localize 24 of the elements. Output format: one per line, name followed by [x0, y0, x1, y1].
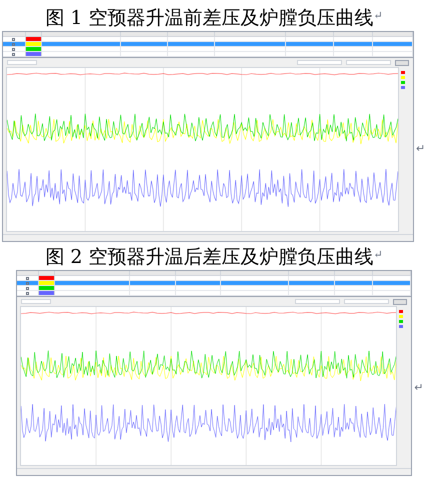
figure-caption: 图 2 空预器升温后差压及炉膛负压曲线	[45, 245, 374, 270]
paragraph-mark: ↵	[373, 247, 383, 263]
paragraph-mark: ↵	[416, 141, 426, 157]
date-field[interactable]	[346, 60, 391, 65]
table-row[interactable]	[3, 52, 413, 57]
date-field[interactable]	[295, 299, 340, 304]
checkbox[interactable]	[26, 276, 29, 280]
input-field[interactable]	[7, 60, 37, 65]
checkbox[interactable]	[26, 292, 29, 294]
checkbox[interactable]	[26, 286, 29, 290]
query-button[interactable]	[395, 60, 409, 66]
paragraph-mark: ↵	[373, 8, 383, 24]
checkbox[interactable]	[26, 282, 29, 284]
figure-caption: 图 1 空预器升温前差压及炉膛负压曲线	[45, 6, 374, 31]
checkbox[interactable]	[12, 38, 16, 40]
query-button[interactable]	[393, 298, 408, 304]
date-field[interactable]	[297, 60, 342, 65]
input-field[interactable]	[21, 299, 51, 304]
table-row[interactable]	[17, 291, 412, 296]
checkbox[interactable]	[12, 52, 16, 56]
date-field[interactable]	[344, 299, 390, 304]
paragraph-mark: ↵	[414, 380, 424, 396]
checkbox[interactable]	[12, 42, 16, 46]
checkbox[interactable]	[12, 48, 16, 50]
